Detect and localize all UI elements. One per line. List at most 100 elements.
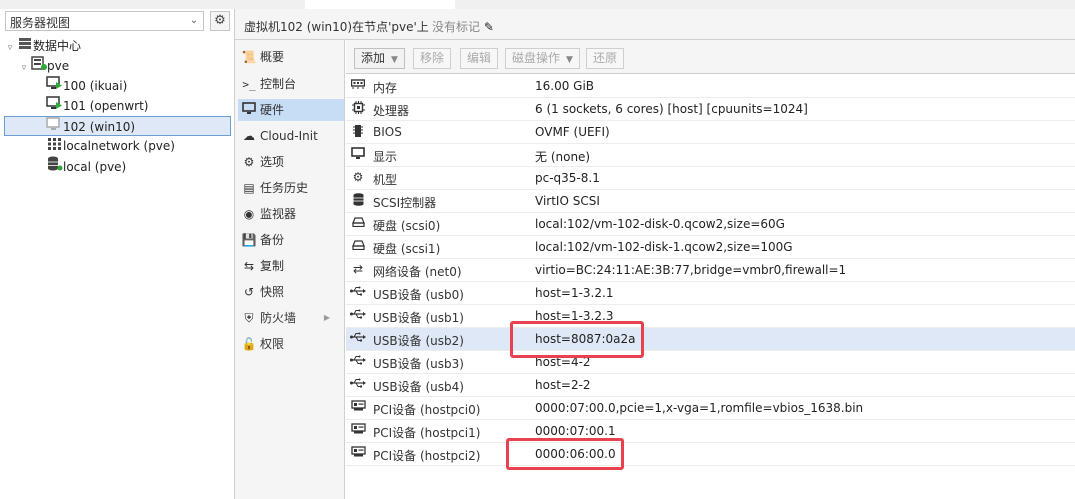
remove-button-label: 移除 [420, 51, 445, 65]
hardware-row-cpu[interactable]: 处理器 6 (1 sockets, 6 cores) [host] [cpuuni… [346, 98, 1075, 121]
hardware-key: USB设备 (usb0) [373, 288, 464, 302]
unlock-icon: 🔓 [241, 337, 257, 351]
sdn-grid-icon [46, 136, 63, 156]
nav-item-firewall[interactable]: ⛨ 防火墙 ▶ [238, 307, 344, 329]
nav-item-permissions[interactable]: 🔓 权限 [238, 333, 344, 355]
collapse-icon[interactable]: ▿ [18, 58, 30, 78]
cpu-icon [349, 101, 367, 117]
tree-node-label: 100 (ikuai) [63, 79, 128, 93]
tree-node-pve[interactable]: ▿ pve [18, 56, 69, 76]
hardware-key: PCI设备 (hostpci1) [373, 426, 481, 440]
hardware-value: 6 (1 sockets, 6 cores) [host] [cpuunits=… [535, 102, 808, 116]
nav-item-backup[interactable]: 💾 备份 [238, 229, 344, 251]
nav-item-snapshots[interactable]: ↺ 快照 [238, 281, 344, 303]
tree-node-vm-100[interactable]: 100 (ikuai) [46, 76, 127, 96]
tree-node-label: 102 (win10) [63, 120, 136, 134]
usb-icon [349, 354, 367, 368]
expand-arrow-icon[interactable]: ▶ [324, 307, 330, 329]
hardware-row-usb4[interactable]: USB设备 (usb4) host=2-2 [346, 374, 1075, 397]
monitor-icon [238, 99, 260, 121]
tree-settings-button[interactable]: ⚙ [210, 11, 230, 31]
hardware-key: USB设备 (usb3) [373, 357, 464, 371]
nav-item-monitor[interactable]: ◉ 监视器 [238, 203, 344, 225]
chevron-down-icon: ▼ [566, 55, 573, 65]
revert-button[interactable]: 还原 [586, 48, 625, 69]
hardware-row-net0[interactable]: ⇄ 网络设备 (net0) virtio=BC:24:11:AE:3B:77,bri… [346, 259, 1075, 282]
hardware-row-hostpci0[interactable]: PCI设备 (hostpci0) 0000:07:00.0,pcie=1,x-vg… [346, 397, 1075, 420]
pencil-icon[interactable]: ✎ [484, 20, 494, 34]
collapse-icon[interactable]: ▿ [4, 38, 16, 58]
disk-action-button[interactable]: 磁盘操作 ▼ [505, 48, 580, 69]
hardware-key: USB设备 (usb4) [373, 380, 464, 394]
hardware-row-usb0[interactable]: USB设备 (usb0) host=1-3.2.1 [346, 282, 1075, 305]
tree-node-datacenter[interactable]: ▿ 数据中心 [4, 36, 81, 56]
tree-node-vm-101[interactable]: 101 (openwrt) [46, 96, 148, 116]
nav-item-cloud-init[interactable]: ☁ Cloud-Init [238, 125, 344, 147]
nav-item-replication[interactable]: ⇆ 复制 [238, 255, 344, 277]
nav-item-label: 选项 [260, 155, 285, 169]
header-tab-area [305, 0, 455, 9]
hardware-key: 显示 [373, 150, 398, 164]
tree-node-label: pve [47, 59, 70, 73]
hardware-row-disk-scsi1[interactable]: 硬盘 (scsi1) local:102/vm-102-disk-1.qcow2,… [346, 236, 1075, 259]
nav-item-label: 复制 [260, 259, 285, 273]
hardware-row-usb1[interactable]: USB设备 (usb1) host=1-3.2.3 [346, 305, 1075, 328]
task-list-icon: ▤ [243, 181, 255, 195]
hardware-row-memory[interactable]: 内存 16.00 GiB [346, 75, 1075, 98]
view-selector[interactable]: 服务器视图 ⌄ [5, 11, 204, 31]
nav-item-label: 硬件 [260, 103, 285, 117]
options-gear-icon: ⚙ [243, 155, 255, 169]
hardware-row-bios[interactable]: BIOS OVMF (UEFI) [346, 121, 1075, 144]
hardware-value: local:102/vm-102-disk-0.qcow2,size=60G [535, 217, 785, 231]
tree-node-localnetwork[interactable]: localnetwork (pve) [46, 136, 175, 156]
summary-icon: 📜 [241, 50, 257, 64]
hardware-row-scsi-controller[interactable]: SCSI控制器 VirtIO SCSI [346, 190, 1075, 213]
exchange-icon: ⇄ [352, 262, 364, 276]
nav-item-label: 概要 [260, 50, 285, 64]
nav-item-hardware[interactable]: 硬件 [238, 99, 344, 121]
datacenter-icon [16, 36, 33, 56]
tree-node-local-storage[interactable]: local (pve) [46, 156, 126, 176]
vm-stopped-icon [46, 117, 63, 137]
hardware-row-machine[interactable]: ⚙ 机型 pc-q35-8.1 [346, 167, 1075, 190]
usb-icon [349, 285, 367, 299]
page-title: 虚拟机102 (win10)在节点'pve'上 [244, 20, 429, 34]
nav-item-label: 任务历史 [260, 181, 309, 195]
hardware-row-usb2[interactable]: USB设备 (usb2) host=8087:0a2a [346, 328, 1075, 351]
tree-node-label: 数据中心 [33, 39, 82, 53]
hardware-key: 机型 [373, 173, 398, 187]
nav-item-console[interactable]: >_ 控制台 [238, 73, 344, 95]
revert-button-label: 还原 [593, 51, 618, 65]
hardware-value: OVMF (UEFI) [535, 125, 610, 139]
highlight-box-hostpci2 [506, 438, 624, 470]
nav-item-summary[interactable]: 📜 概要 [238, 46, 344, 68]
hardware-key: 网络设备 (net0) [373, 265, 462, 279]
hardware-row-usb3[interactable]: USB设备 (usb3) host=4-2 [346, 351, 1075, 374]
hardware-value: 0000:07:00.0,pcie=1,x-vga=1,romfile=vbio… [535, 401, 864, 415]
hardware-row-hostpci1[interactable]: PCI设备 (hostpci1) 0000:07:00.1 [346, 420, 1075, 443]
tags-area[interactable]: 没有标记 ✎ [432, 18, 494, 35]
hardware-key: USB设备 (usb2) [373, 334, 464, 348]
disk-action-label: 磁盘操作 [512, 51, 561, 65]
nav-item-task-history[interactable]: ▤ 任务历史 [238, 177, 344, 199]
tree-node-label: 101 (openwrt) [63, 99, 149, 113]
hardware-key: SCSI控制器 [373, 196, 437, 210]
nav-item-label: Cloud-Init [260, 129, 318, 143]
remove-button[interactable]: 移除 [413, 48, 452, 69]
tree-node-vm-102[interactable]: 102 (win10) [4, 116, 231, 136]
nav-item-options[interactable]: ⚙ 选项 [238, 151, 344, 173]
console-icon: >_ [242, 78, 256, 91]
hardware-row-disk-scsi0[interactable]: 硬盘 (scsi0) local:102/vm-102-disk-0.qcow2,… [346, 213, 1075, 236]
nav-item-label: 控制台 [260, 77, 297, 91]
add-button[interactable]: 添加 ▼ [354, 48, 405, 69]
nav-item-label: 备份 [260, 233, 285, 247]
hardware-toolbar: 添加 ▼ 移除 编辑 磁盘操作 ▼ 还原 [346, 40, 1075, 74]
floppy-icon: 💾 [241, 233, 257, 247]
edit-button[interactable]: 编辑 [460, 48, 499, 69]
chevron-down-icon[interactable]: ⌄ [185, 12, 203, 30]
top-header-strip [0, 0, 1075, 9]
hardware-row-display[interactable]: 显示 无 (none) [346, 144, 1075, 167]
tree-node-label: localnetwork (pve) [63, 139, 175, 153]
hardware-row-hostpci2[interactable]: PCI设备 (hostpci2) 0000:06:00.0 [346, 443, 1075, 466]
tags-label: 没有标记 [432, 20, 481, 34]
